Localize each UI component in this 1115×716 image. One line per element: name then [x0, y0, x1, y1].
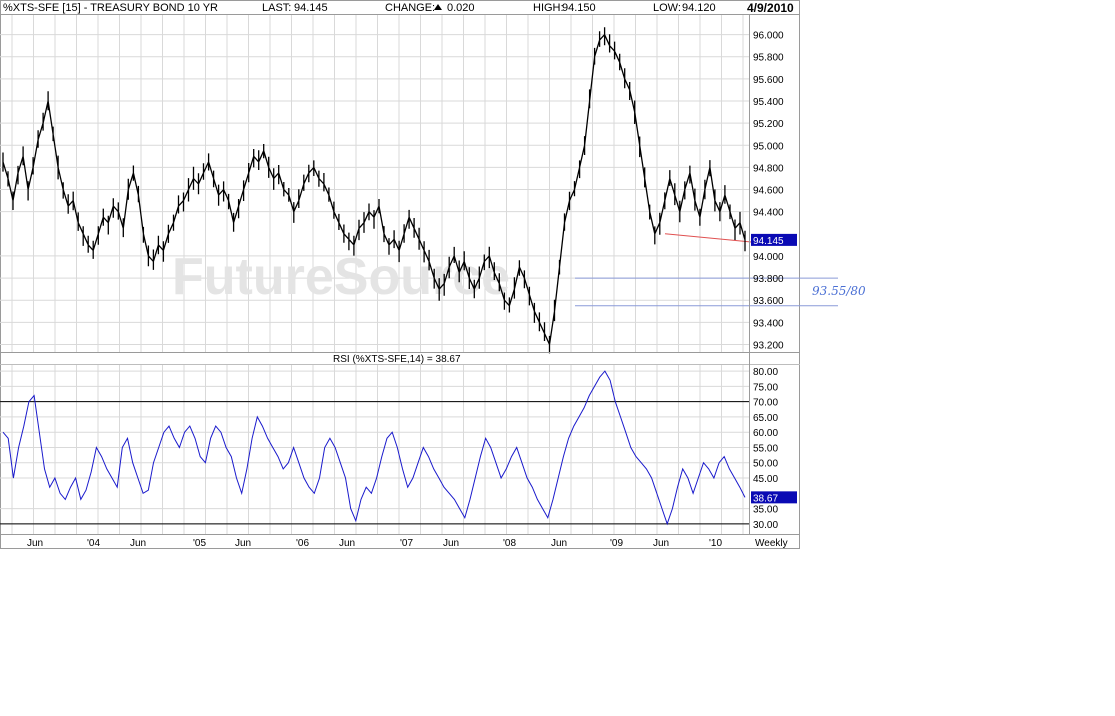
high-value: 94.150: [562, 2, 596, 14]
x-axis-label: '05: [193, 538, 206, 549]
price-y-tick-label: 94.600: [753, 186, 784, 197]
price-y-tick-label: 94.400: [753, 208, 784, 219]
x-axis-label: '07: [400, 538, 413, 549]
price-y-tick-label: 94.800: [753, 163, 784, 174]
price-y-tick-label: 96.000: [753, 31, 784, 42]
header-bar: %XTS-SFE [15] - TREASURY BOND 10 YR LAST…: [0, 1, 800, 15]
x-axis-label: Jun: [130, 538, 146, 549]
change-up-arrow-icon: [434, 4, 442, 10]
x-axis-label: '08: [503, 538, 516, 549]
high-label: HIGH:: [533, 2, 564, 14]
rsi-y-tick-label: 80.00: [753, 367, 778, 378]
rsi-y-tick-label: 75.00: [753, 382, 778, 393]
rsi-last-badge-text: 38.67: [753, 493, 778, 504]
rsi-grid: [0, 365, 749, 534]
rsi-y-tick-label: 55.00: [753, 443, 778, 454]
change-value: 0.020: [447, 2, 475, 14]
x-axis-labels: Jun '04 Jun '05 Jun '06 Jun '07 Jun '08 Jun '09 Jun '…: [27, 538, 722, 549]
rsi-y-axis: 80.00 75.00 70.00 65.00 60.00 55.00 50.00 45.00…: [753, 367, 778, 531]
price-y-axis: 96.000 95.800 95.600 95.400 95.200 95.000 94.8…: [753, 31, 784, 352]
x-axis: Jun '04 Jun '05 Jun '06 Jun '07 Jun '08 Jun '09 Jun '…: [0, 534, 800, 549]
low-value: 94.120: [682, 2, 716, 14]
chart-canvas: %XTS-SFE [15] - TREASURY BOND 10 YR LAST…: [0, 0, 866, 549]
price-y-tick-label: 95.600: [753, 75, 784, 86]
price-y-tick-label: 95.000: [753, 141, 784, 152]
rsi-y-tick-label: 35.00: [753, 505, 778, 516]
price-y-tick-label: 94.000: [753, 252, 784, 263]
rsi-y-tick-label: 50.00: [753, 459, 778, 470]
x-axis-label: Jun: [653, 538, 669, 549]
x-axis-label: '10: [709, 538, 722, 549]
x-axis-label: Jun: [27, 538, 43, 549]
price-y-tick-label: 93.400: [753, 318, 784, 329]
x-axis-label: Jun: [339, 538, 355, 549]
x-axis-label: '04: [87, 538, 100, 549]
x-axis-label: '06: [296, 538, 309, 549]
price-last-badge: 94.145: [751, 233, 797, 247]
price-y-tick-label: 93.800: [753, 274, 784, 285]
price-y-tick-label: 95.800: [753, 53, 784, 64]
rsi-y-tick-label: 60.00: [753, 428, 778, 439]
x-axis-label: Jun: [443, 538, 459, 549]
price-y-tick-label: 93.600: [753, 296, 784, 307]
price-last-badge-text: 94.145: [753, 236, 784, 247]
rsi-y-tick-label: 45.00: [753, 474, 778, 485]
rsi-y-tick-label: 65.00: [753, 413, 778, 424]
header-date: 4/9/2010: [747, 1, 794, 15]
x-axis-label: Jun: [235, 538, 251, 549]
rsi-panel: RSI (%XTS-SFE,14) = 38.67 80.00 75.00 70.0…: [0, 352, 800, 534]
rsi-y-tick-label: 70.00: [753, 398, 778, 409]
rsi-last-badge: 38.67: [751, 491, 797, 504]
chart-title: %XTS-SFE [15] - TREASURY BOND 10 YR: [3, 2, 218, 14]
price-y-tick-label: 95.200: [753, 119, 784, 130]
price-y-tick-label: 95.400: [753, 97, 784, 108]
last-label: LAST:: [262, 2, 291, 14]
rsi-title: RSI (%XTS-SFE,14) = 38.67: [333, 354, 461, 365]
low-label: LOW:: [653, 2, 681, 14]
x-axis-period-label: Weekly: [755, 538, 788, 549]
x-axis-label: '09: [610, 538, 623, 549]
rsi-y-tick-label: 30.00: [753, 520, 778, 531]
price-panel: FutureSource 96.00095.80095.60095.40095.…: [0, 15, 866, 354]
last-value: 94.145: [294, 2, 328, 14]
change-label: CHANGE:: [385, 2, 435, 14]
x-axis-label: Jun: [551, 538, 567, 549]
support-annotation: 93.55/80: [812, 284, 866, 298]
price-y-tick-label: 93.200: [753, 340, 784, 351]
